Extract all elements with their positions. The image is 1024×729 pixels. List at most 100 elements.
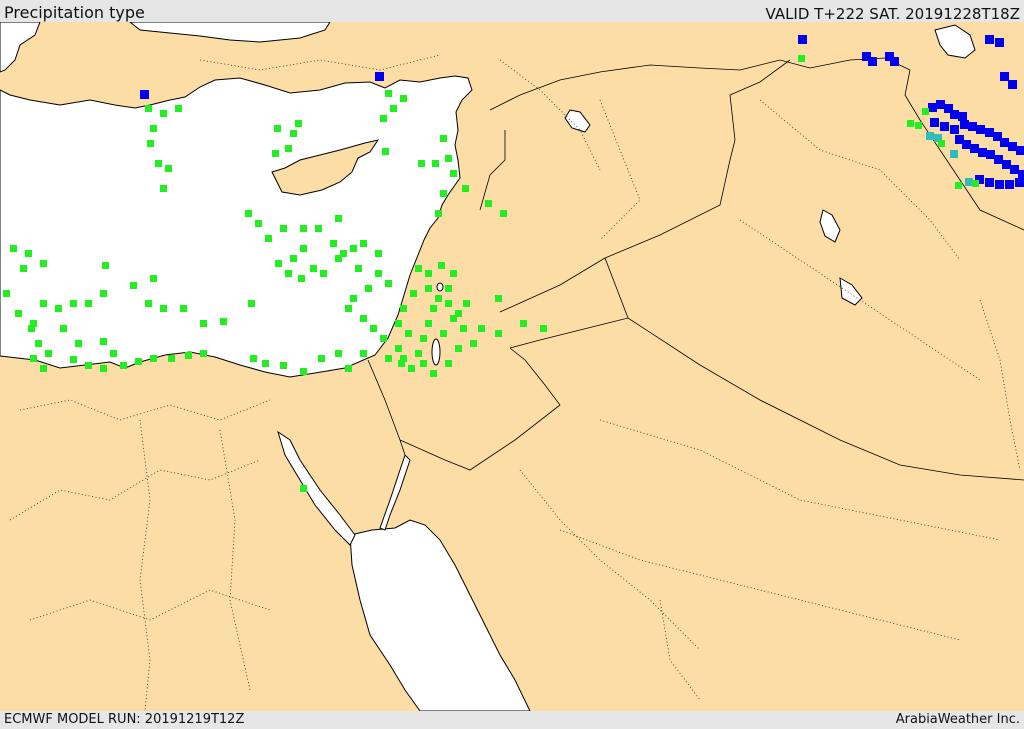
- rain-cell: [450, 170, 457, 177]
- rain-cell: [295, 120, 302, 127]
- snow-cell: [986, 150, 995, 159]
- rain-cell: [382, 148, 389, 155]
- snow-cell: [1005, 180, 1014, 189]
- precipitation-map[interactable]: [0, 22, 1024, 711]
- rain-cell: [165, 165, 172, 172]
- rain-cell: [375, 250, 382, 257]
- snow-cell: [958, 112, 967, 121]
- rain-cell: [440, 190, 447, 197]
- rain-cell: [390, 105, 397, 112]
- rain-cell: [45, 350, 52, 357]
- rain-cell: [248, 300, 255, 307]
- rain-cell: [385, 280, 392, 287]
- rain-cell: [300, 485, 307, 492]
- rain-cell: [85, 362, 92, 369]
- rain-cell: [120, 362, 127, 369]
- rain-cell: [300, 245, 307, 252]
- map-header: Precipitation type VALID T+222 SAT. 2019…: [0, 0, 1024, 23]
- map-footer: ECMWF MODEL RUN: 20191219T12Z ArabiaWeat…: [0, 711, 1024, 729]
- rain-cell: [130, 282, 137, 289]
- snow-cell: [976, 125, 985, 134]
- rain-cell: [385, 90, 392, 97]
- snow-cell: [978, 148, 987, 157]
- model-run-label: ECMWF MODEL RUN: 20191219T12Z: [4, 712, 245, 727]
- rain-cell: [415, 350, 422, 357]
- snow-cell: [1008, 80, 1017, 89]
- rain-cell: [460, 325, 467, 332]
- mixed-cell: [926, 132, 934, 140]
- snow-cell: [985, 35, 994, 44]
- rain-cell: [370, 325, 377, 332]
- snow-cell: [928, 103, 937, 112]
- rain-cell: [160, 305, 167, 312]
- rain-cell: [75, 340, 82, 347]
- rain-cell: [408, 365, 415, 372]
- rain-cell: [470, 340, 477, 347]
- rain-cell: [100, 338, 107, 345]
- snow-cell: [950, 125, 959, 134]
- snow-cell: [968, 122, 977, 131]
- rain-cell: [418, 160, 425, 167]
- rain-cell: [385, 355, 392, 362]
- rain-cell: [298, 275, 305, 282]
- rain-cell: [250, 355, 257, 362]
- rain-cell: [102, 262, 109, 269]
- map-title: Precipitation type: [4, 3, 145, 22]
- rain-cell: [147, 140, 154, 147]
- rain-cell: [365, 285, 372, 292]
- rain-cell: [35, 340, 42, 347]
- rain-cell: [500, 210, 507, 217]
- rain-cell: [435, 210, 442, 217]
- rain-cell: [20, 265, 27, 272]
- snow-cell: [1000, 138, 1009, 147]
- rain-cell: [55, 305, 62, 312]
- rain-cell: [150, 355, 157, 362]
- rain-cell: [420, 335, 427, 342]
- snow-cell: [890, 57, 899, 66]
- rain-cell: [462, 185, 469, 192]
- rain-cell: [432, 160, 439, 167]
- snow-cell: [1018, 170, 1024, 179]
- mixed-cell: [950, 150, 958, 158]
- rain-cell: [315, 225, 322, 232]
- rain-cell: [100, 365, 107, 372]
- snow-cell: [995, 38, 1004, 47]
- rain-cell: [300, 225, 307, 232]
- rain-cell: [430, 370, 437, 377]
- rain-cell: [180, 305, 187, 312]
- rain-cell: [955, 182, 962, 189]
- rain-cell: [100, 290, 107, 297]
- snow-cell: [1002, 160, 1011, 169]
- rain-cell: [430, 305, 437, 312]
- rain-cell: [495, 330, 502, 337]
- snow-cell: [995, 180, 1004, 189]
- rain-cell: [40, 365, 47, 372]
- rain-cell: [200, 350, 207, 357]
- rain-cell: [40, 260, 47, 267]
- snow-cell: [940, 122, 949, 131]
- rain-cell: [445, 285, 452, 292]
- rain-cell: [310, 265, 317, 272]
- rain-cell: [60, 325, 67, 332]
- rain-cell: [395, 320, 402, 327]
- rain-cell: [445, 155, 452, 162]
- rain-cell: [262, 360, 269, 367]
- rain-cell: [285, 145, 292, 152]
- snow-cell: [375, 72, 384, 81]
- rain-cell: [290, 255, 297, 262]
- rain-cell: [435, 295, 442, 302]
- rain-cell: [320, 270, 327, 277]
- rain-cell: [345, 305, 352, 312]
- rain-cell: [440, 330, 447, 337]
- rain-cell: [798, 55, 805, 62]
- rain-cell: [155, 160, 162, 167]
- rain-cell: [400, 305, 407, 312]
- rain-cell: [455, 345, 462, 352]
- rain-cell: [185, 352, 192, 359]
- rain-cell: [168, 355, 175, 362]
- snow-cell: [962, 140, 971, 149]
- rain-cell: [485, 200, 492, 207]
- rain-cell: [335, 255, 342, 262]
- rain-cell: [274, 125, 281, 132]
- rain-cell: [345, 365, 352, 372]
